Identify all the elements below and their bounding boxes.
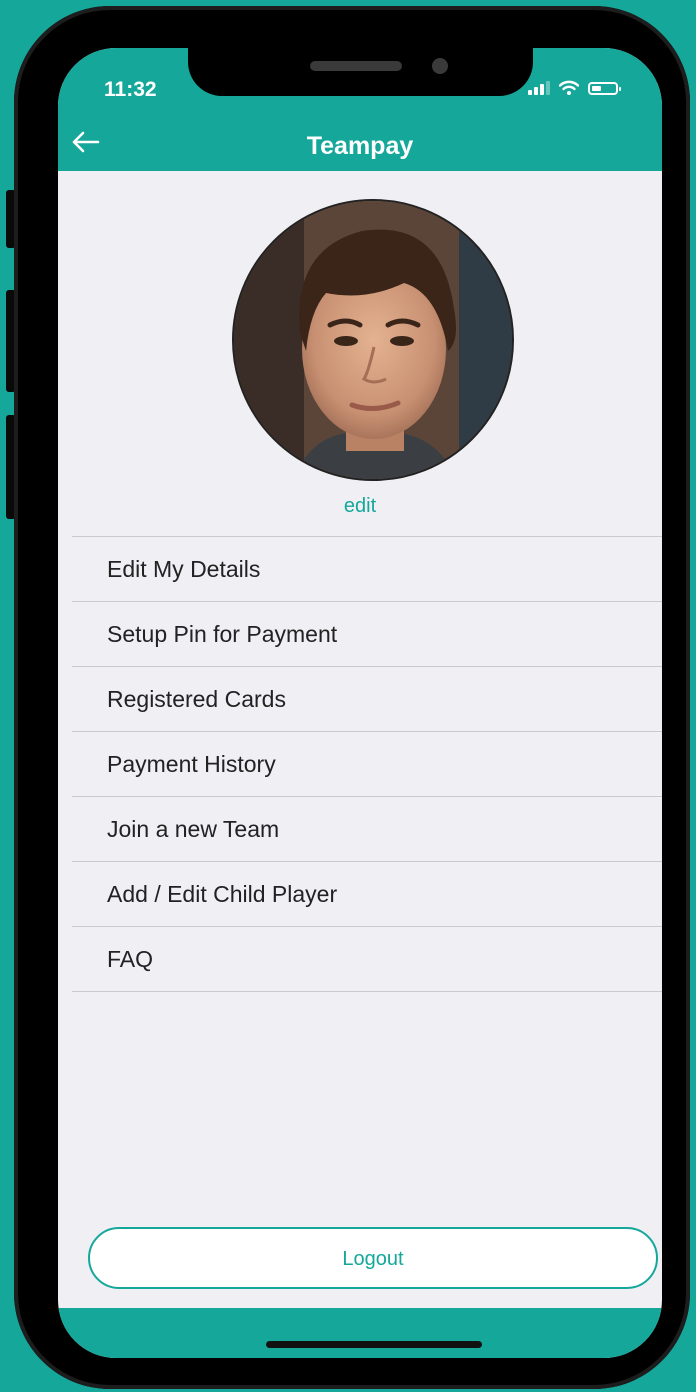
header-bar: 11:32 Teampay <box>58 48 662 171</box>
menu-item-registered-cards[interactable]: Registered Cards <box>72 667 662 732</box>
home-indicator[interactable] <box>266 1341 482 1348</box>
avatar[interactable] <box>232 199 514 481</box>
menu-item-child-player[interactable]: Add / Edit Child Player <box>72 862 662 927</box>
menu-item-setup-pin[interactable]: Setup Pin for Payment <box>72 602 662 667</box>
notch <box>188 48 533 96</box>
menu-item-edit-my-details[interactable]: Edit My Details <box>72 537 662 602</box>
edit-avatar-link[interactable]: edit <box>58 495 662 518</box>
phone-frame: 11:32 Teampay edit Edit My Details Setup… <box>14 6 690 1389</box>
menu-item-faq[interactable]: FAQ <box>72 927 662 992</box>
battery-icon <box>588 82 621 95</box>
status-icons <box>528 80 621 95</box>
screen: 11:32 Teampay edit Edit My Details Setup… <box>58 48 662 1358</box>
logout-button[interactable]: Logout <box>88 1227 658 1289</box>
bottom-bar <box>58 1308 662 1358</box>
front-camera <box>432 58 448 74</box>
settings-menu: Edit My Details Setup Pin for Payment Re… <box>72 536 662 992</box>
menu-item-payment-history[interactable]: Payment History <box>72 732 662 797</box>
signal-icon <box>528 81 550 95</box>
status-time: 11:32 <box>104 78 157 101</box>
wifi-icon <box>559 80 579 95</box>
profile-photo <box>234 201 512 479</box>
menu-item-join-team[interactable]: Join a new Team <box>72 797 662 862</box>
speaker-grille <box>310 61 402 71</box>
page-title: Teampay <box>306 132 414 160</box>
